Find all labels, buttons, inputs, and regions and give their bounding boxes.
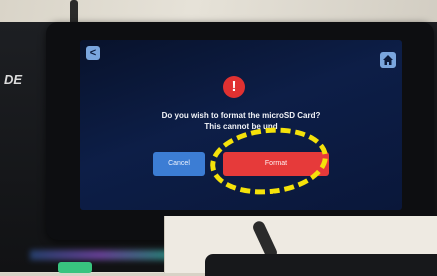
format-question-text: Do you wish to format the microSD Card?: [161, 111, 321, 120]
rgb-light-strip: [30, 250, 170, 260]
back-arrow-icon[interactable]: <: [86, 46, 100, 60]
exclamation-icon: !: [223, 76, 245, 98]
home-icon[interactable]: [380, 52, 396, 68]
format-warning-text: This cannot be und: [204, 122, 278, 131]
cancel-button[interactable]: Cancel: [153, 152, 205, 176]
inset-photo: [164, 216, 437, 276]
green-key: [58, 262, 92, 273]
device-brand-text: DE: [4, 72, 23, 87]
